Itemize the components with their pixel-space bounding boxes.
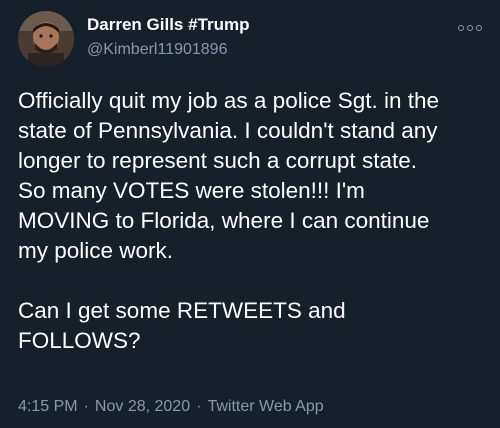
avatar-photo bbox=[18, 11, 74, 67]
more-options-icon bbox=[458, 25, 464, 31]
tweet-text: Officially quit my job as a police Sgt. … bbox=[18, 86, 488, 356]
meta-separator: · bbox=[83, 398, 89, 415]
tweet-source[interactable]: Twitter Web App bbox=[207, 398, 323, 415]
more-options-icon bbox=[476, 25, 482, 31]
more-options-icon bbox=[467, 25, 473, 31]
tweet-paragraph: Officially quit my job as a police Sgt. … bbox=[18, 88, 440, 263]
display-name[interactable]: Darren Gills #Trump bbox=[87, 15, 250, 35]
more-options-button[interactable] bbox=[458, 20, 482, 36]
avatar[interactable] bbox=[18, 11, 74, 67]
tweet-card: Darren Gills #Trump @Kimberl11901896 Off… bbox=[0, 0, 500, 428]
user-handle[interactable]: @Kimberl11901896 bbox=[87, 41, 227, 59]
tweet-date[interactable]: Nov 28, 2020 bbox=[95, 398, 190, 415]
meta-separator: · bbox=[196, 398, 202, 415]
tweet-time[interactable]: 4:15 PM bbox=[18, 398, 78, 415]
tweet-metadata: 4:15 PM · Nov 28, 2020 · Twitter Web App bbox=[18, 398, 324, 416]
tweet-paragraph: Can I get some RETWEETS and FOLLOWS? bbox=[18, 298, 346, 353]
